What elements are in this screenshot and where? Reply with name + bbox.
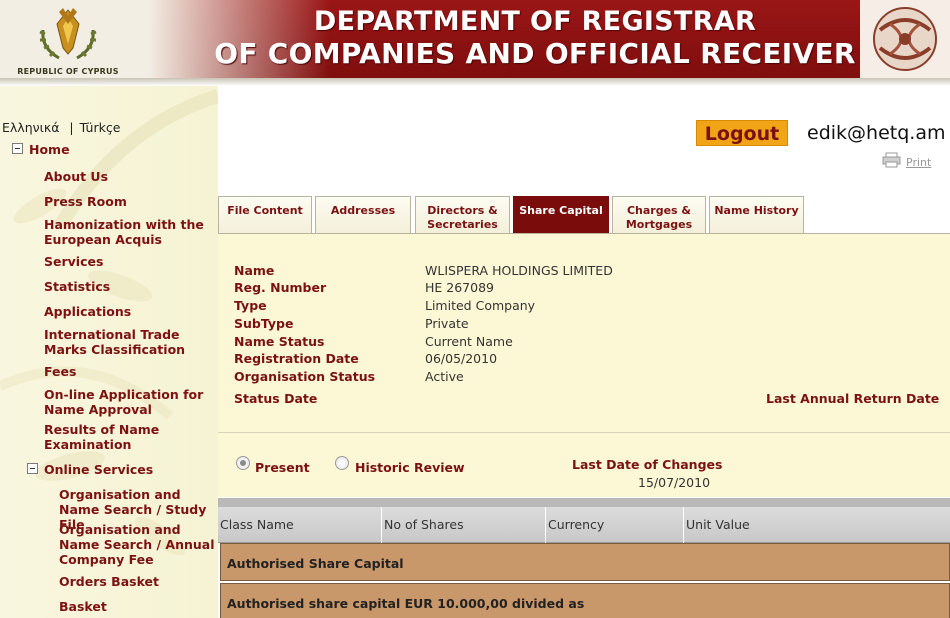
- nav-services[interactable]: Services: [44, 254, 103, 269]
- present-radio[interactable]: [236, 456, 250, 470]
- nav-fees[interactable]: Fees: [44, 364, 76, 379]
- nav-name-examination[interactable]: Results of Name Examination: [44, 422, 164, 452]
- nav-applications[interactable]: Applications: [44, 304, 131, 319]
- last-date-of-changes-value: 15/07/2010: [638, 475, 711, 490]
- header-divider: [0, 78, 950, 86]
- subtype-value: Private: [425, 316, 469, 331]
- language-switcher: Ελληνικά | Türkçe: [2, 120, 120, 135]
- subtype-label: SubType: [234, 316, 294, 331]
- reg-number-value: HE 267089: [425, 280, 494, 295]
- tab-file-content[interactable]: File Content: [218, 196, 312, 234]
- reg-number-label: Reg. Number: [234, 280, 327, 295]
- lang-separator: |: [69, 120, 74, 135]
- last-annual-return-label: Last Annual Return Date: [766, 391, 940, 406]
- nav-press-room[interactable]: Press Room: [44, 194, 127, 209]
- tab-name-history[interactable]: Name History: [709, 196, 804, 234]
- org-status-label: Organisation Status: [234, 369, 376, 384]
- site-title-line2: OF COMPANIES AND OFFICIAL RECEIVER: [214, 37, 856, 70]
- type-label: Type: [234, 298, 267, 313]
- last-date-of-changes-label: Last Date of Changes: [572, 457, 723, 472]
- lang-turkish-link[interactable]: Türkçe: [80, 120, 121, 135]
- share-capital-table-header: Class Name No of Shares Currency Unit Va…: [218, 507, 950, 543]
- historic-review-label: Historic Review: [355, 460, 465, 475]
- nav-harmonization[interactable]: Hamonization with the European Acquis: [44, 217, 204, 247]
- nav-orders-basket[interactable]: Orders Basket: [59, 574, 159, 589]
- nav-basket[interactable]: Basket: [59, 599, 107, 614]
- table-row: Authorised share capital EUR 10.000,00 d…: [220, 583, 950, 618]
- lang-greek-link[interactable]: Ελληνικά: [2, 120, 59, 135]
- status-date-label: Status Date: [234, 391, 318, 406]
- site-header: REPUBLIC OF CYPRUS DEPARTMENT OF REGISTR…: [0, 0, 950, 82]
- tab-charges-mortgages[interactable]: Charges & Mortgages: [612, 196, 706, 234]
- company-details-panel: Name WLISPERA HOLDINGS LIMITED Reg. Numb…: [218, 233, 950, 433]
- site-title-line1: DEPARTMENT OF REGISTRAR: [313, 6, 757, 37]
- nav-online-application[interactable]: On-line Application for Name Approval: [44, 387, 204, 417]
- org-status-value: Active: [425, 369, 464, 384]
- home-collapse-toggle[interactable]: [12, 143, 23, 154]
- tab-addresses[interactable]: Addresses: [315, 196, 411, 234]
- view-selector: Present Historic Review Last Date of Cha…: [218, 433, 950, 497]
- user-email: edik@hetq.am: [807, 122, 946, 144]
- nav-about-us[interactable]: About Us: [44, 169, 108, 184]
- nav-online-services[interactable]: Online Services: [44, 462, 153, 477]
- registration-date-value: 06/05/2010: [425, 351, 498, 366]
- nav-statistics[interactable]: Statistics: [44, 279, 110, 294]
- name-value: WLISPERA HOLDINGS LIMITED: [425, 263, 613, 278]
- registration-date-label: Registration Date: [234, 351, 359, 366]
- site-title: DEPARTMENT OF REGISTRAR OF COMPANIES AND…: [210, 6, 860, 70]
- sidebar: Ελληνικά | Türkçe Home About Us Press Ro…: [0, 86, 218, 618]
- print-label: Print: [906, 156, 932, 169]
- logout-button[interactable]: Logout: [696, 120, 788, 146]
- table-top-strip: [218, 497, 950, 507]
- table-row: Authorised Share Capital: [220, 543, 950, 581]
- registrar-emblem-icon: [873, 7, 937, 71]
- name-status-value: Current Name: [425, 334, 513, 349]
- tab-bar: File Content Addresses Directors & Secre…: [218, 196, 950, 234]
- column-divider: [545, 507, 546, 543]
- type-value: Limited Company: [425, 298, 536, 313]
- registrar-logo[interactable]: [860, 0, 950, 78]
- tab-share-capital[interactable]: Share Capital: [513, 196, 609, 234]
- nav-trade-marks[interactable]: International Trade Marks Classification: [44, 327, 218, 357]
- nav-home[interactable]: Home: [29, 142, 70, 157]
- cyprus-emblem-icon: [39, 8, 97, 60]
- name-status-label: Name Status: [234, 334, 325, 349]
- nav-org-search-annual-fee[interactable]: Organisation and Name Search / Annual Co…: [59, 522, 217, 567]
- printer-icon: [882, 152, 901, 168]
- cyprus-emblem-logo[interactable]: REPUBLIC OF CYPRUS: [14, 4, 122, 82]
- historic-review-radio[interactable]: [335, 456, 349, 470]
- online-services-collapse-toggle[interactable]: [27, 463, 38, 474]
- country-caption: REPUBLIC OF CYPRUS: [17, 67, 119, 76]
- tab-directors-secretaries[interactable]: Directors & Secretaries: [415, 196, 510, 234]
- column-divider: [381, 507, 382, 543]
- column-divider: [683, 507, 684, 543]
- present-label: Present: [255, 460, 310, 475]
- name-label: Name: [234, 263, 275, 278]
